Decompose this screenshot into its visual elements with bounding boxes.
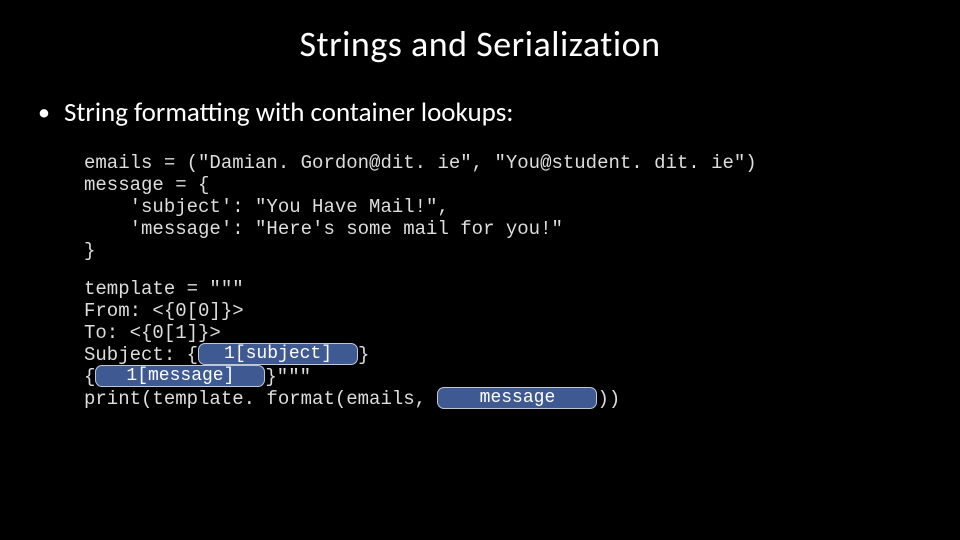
bullet-text: String formatting with container lookups… (64, 96, 514, 130)
code-line: print(template. format(emails, message)) (84, 388, 960, 410)
placeholder-pill-arg: message (437, 387, 597, 409)
code-text: } (358, 344, 369, 366)
code-line: template = """ (84, 278, 960, 300)
code-text: print(template. format(emails, (84, 388, 437, 410)
code-text: { (84, 366, 95, 388)
code-text: )) (597, 388, 620, 410)
code-text: }""" (265, 366, 311, 388)
code-line: To: <{0[1]}> (84, 322, 960, 344)
code-line: From: <{0[0]}> (84, 300, 960, 322)
bullet-row: • String formatting with container looku… (0, 96, 960, 152)
code-block-2: template = """ From: <{0[0]}> To: <{0[1]… (0, 278, 960, 410)
placeholder-pill-subject: 1[subject] (198, 343, 358, 365)
code-block-1: emails = ("Damian. Gordon@dit. ie", "You… (0, 152, 960, 278)
bullet-dot-icon: • (38, 96, 50, 130)
placeholder-pill-message: 1[message] (95, 365, 265, 387)
code-text: Subject: { (84, 344, 198, 366)
code-line: Subject: {1[subject]} (84, 344, 960, 366)
code-line: {1[message]}""" (84, 366, 960, 388)
slide-title: Strings and Serialization (0, 0, 960, 96)
